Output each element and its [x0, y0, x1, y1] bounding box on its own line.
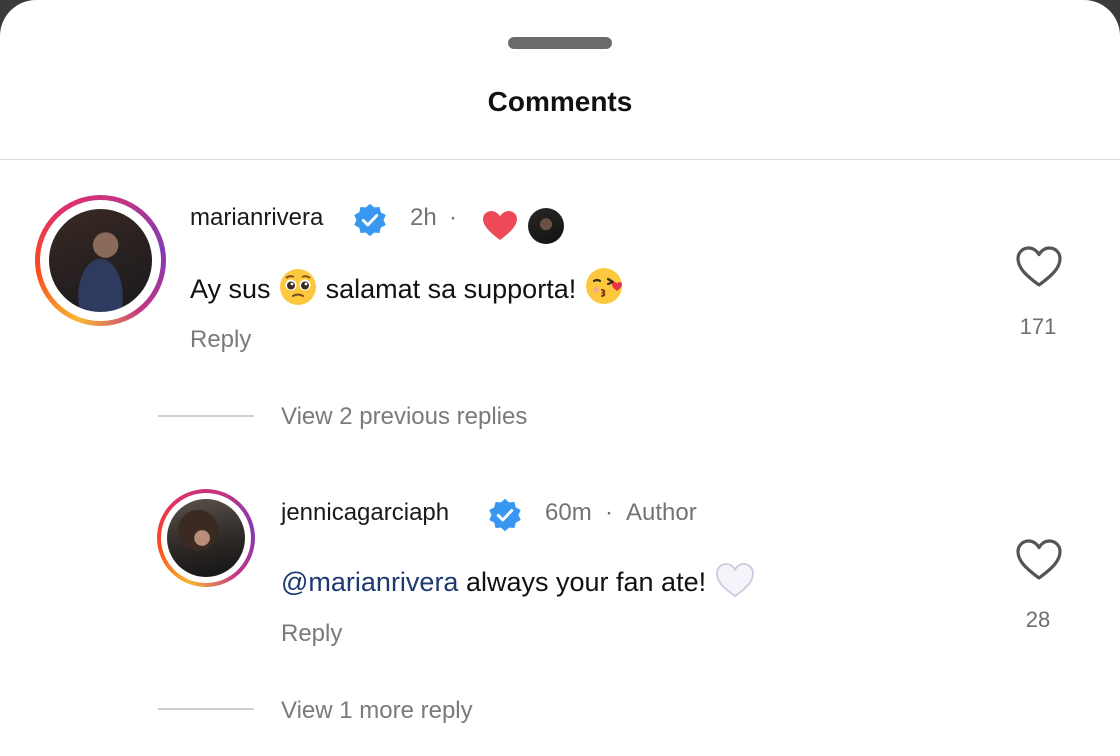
white-heart-icon	[715, 563, 754, 598]
verified-badge-icon	[354, 203, 386, 237]
author-avatar-small	[528, 208, 564, 244]
comment-text: @marianrivera always your fan ate!	[281, 560, 756, 600]
reply-button[interactable]: Reply	[190, 326, 251, 354]
meta-separator: ·	[605, 499, 613, 526]
avatar-photo	[167, 499, 245, 577]
view-previous-replies-button[interactable]: View 2 previous replies	[281, 403, 527, 431]
avatar[interactable]	[35, 195, 166, 326]
thread-line	[158, 415, 254, 417]
heart-outline-icon[interactable]	[1015, 538, 1063, 582]
heart-outline-icon[interactable]	[1015, 245, 1063, 289]
comment-time: 60m	[545, 499, 592, 526]
like-count: 28	[1025, 607, 1051, 632]
avatar[interactable]	[157, 489, 255, 587]
like-count: 171	[1019, 314, 1057, 339]
comment-username[interactable]: jennicagarciaph	[281, 499, 449, 527]
avatar-photo	[49, 209, 152, 312]
view-more-replies-button[interactable]: View 1 more reply	[281, 697, 473, 725]
header-divider	[0, 159, 1120, 160]
meta-separator: ·	[449, 204, 457, 231]
comment-username[interactable]: marianrivera	[190, 204, 323, 232]
mention-link[interactable]: @marianrivera	[281, 567, 458, 597]
author-badge: Author	[626, 499, 697, 526]
comment-text: Ay sus salamat sa supporta!	[190, 265, 626, 307]
red-heart-icon	[483, 211, 517, 240]
kissing-heart-face-icon	[585, 268, 622, 304]
comment-time: 2h	[410, 204, 437, 231]
reply-button[interactable]: Reply	[281, 620, 342, 648]
comments-sheet: Comments marianrivera 2h · Ay sus salama…	[0, 0, 1120, 756]
pleading-face-icon	[280, 269, 317, 305]
verified-badge-icon	[489, 498, 521, 532]
thread-line	[158, 708, 254, 710]
drag-handle[interactable]	[508, 37, 612, 49]
page-title: Comments	[487, 86, 633, 117]
